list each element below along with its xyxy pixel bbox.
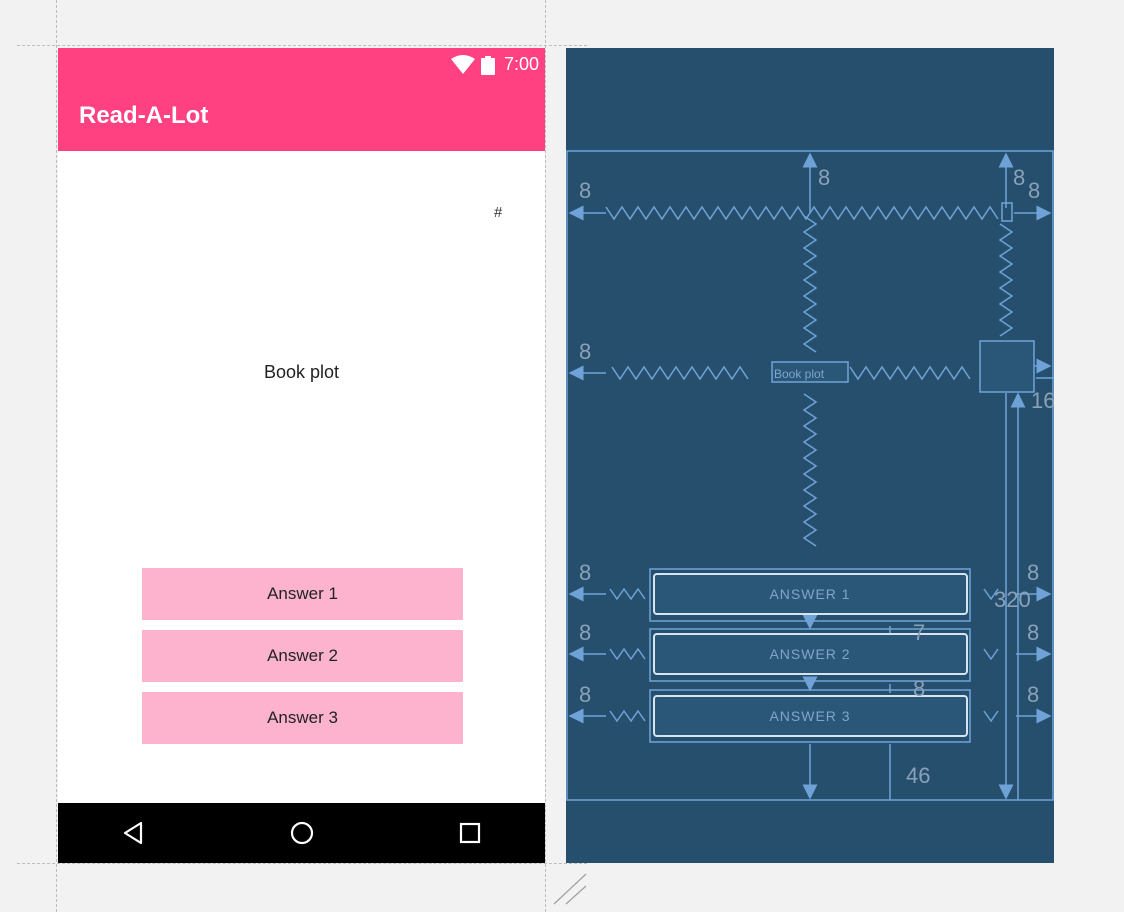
square-widget [979,340,1035,393]
margin-label: 8 [1027,620,1039,645]
spring-a3-left [609,709,646,723]
status-time: 7:00 [503,54,539,74]
answer-2-blueprint-label: ANSWER 2 [769,646,850,662]
book-plot-text: Book plot [263,362,340,382]
margin-label: 8 [1027,682,1039,707]
spring-top [605,205,999,221]
answer-3-blueprint-label: ANSWER 3 [769,708,850,724]
margin-label: 8 [579,682,591,707]
back-icon[interactable] [121,820,147,846]
margin-label: 8 [579,560,591,585]
design-preview: 7:00 Read-A-Lot # Book plot Answer 1 Ans… [58,48,545,863]
guide-bottom [17,863,587,864]
wifi-icon [451,55,475,74]
margin-label: 8 [579,620,591,645]
spring-v-center-bottom [802,393,818,547]
answer-3-button[interactable]: Answer 3 [142,692,463,744]
guide-left [56,0,57,912]
spring-a2-left [609,647,646,661]
resize-handle-icon[interactable] [550,868,590,908]
guide-right [545,0,546,912]
status-bar: 7:00 [58,48,545,82]
margin-label: 8 [1027,560,1039,585]
spring-book-right [849,365,971,381]
spring-book-left [611,365,749,381]
spring-v-center-top [802,215,818,353]
answer-1-blueprint-label: ANSWER 1 [769,586,850,602]
book-plot-blueprint-label: Book plot [774,367,825,381]
margin-label: 8 [1028,178,1040,203]
spring-a2-right [983,648,999,661]
margin-label: 7 [913,620,925,645]
answer-2-button[interactable]: Answer 2 [142,630,463,682]
app-title: Read-A-Lot [79,102,209,129]
margin-label: 8 [579,178,591,203]
answer-1-button[interactable]: Answer 1 [142,568,463,620]
recents-icon[interactable] [457,820,483,846]
margin-label: 8 [818,165,830,190]
hash-label: # [494,204,503,221]
spring-a3-right [983,710,999,723]
home-icon[interactable] [289,820,315,846]
margin-label: 320 [994,587,1031,612]
blueprint-view: 8 8 8 8 8 16 8 8 8 8 8 8 320 7 8 46 Book… [566,48,1054,863]
spring-a1-left [609,587,646,601]
margin-label: 16 [1031,388,1054,413]
margin-label: 8 [1013,165,1025,190]
margin-label: 8 [579,339,591,364]
hash-widget [1001,202,1013,222]
navigation-bar [58,803,545,863]
guide-top [17,45,587,46]
margin-label: 8 [913,676,925,701]
battery-icon [481,56,495,75]
margin-label: 46 [906,763,930,788]
spring-v-right [998,223,1014,337]
